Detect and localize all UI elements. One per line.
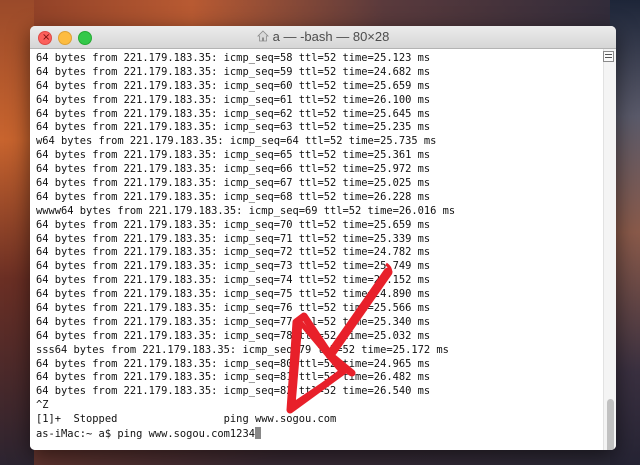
terminal-line: sss64 bytes from 221.179.183.35: icmp_se…	[36, 343, 449, 356]
split-pane-icon[interactable]	[603, 51, 614, 62]
terminal-line: 64 bytes from 221.179.183.35: icmp_seq=6…	[36, 121, 431, 134]
terminal-line: ^Z	[36, 399, 49, 412]
window-title: a — -bash — 80×28	[272, 29, 390, 44]
terminal-line: 64 bytes from 221.179.183.35: icmp_seq=7…	[36, 288, 431, 301]
terminal-line: 64 bytes from 221.179.183.35: icmp_seq=7…	[36, 218, 431, 231]
title-bar[interactable]: × a — -bash — 80×28	[30, 26, 616, 49]
terminal-output: 64 bytes from 221.179.183.35: icmp_seq=5…	[36, 52, 455, 441]
terminal-line: 64 bytes from 221.179.183.35: icmp_seq=6…	[36, 163, 431, 176]
terminal-line: w64 bytes from 221.179.183.35: icmp_seq=…	[36, 135, 437, 148]
scrollbar-thumb[interactable]	[607, 399, 614, 450]
terminal-line: 64 bytes from 221.179.183.35: icmp_seq=7…	[36, 302, 431, 315]
terminal-content[interactable]: 64 bytes from 221.179.183.35: icmp_seq=5…	[30, 49, 604, 450]
terminal-line: 64 bytes from 221.179.183.35: icmp_seq=8…	[36, 357, 431, 370]
text-cursor	[254, 427, 261, 440]
terminal-line: 64 bytes from 221.179.183.35: icmp_seq=7…	[36, 274, 431, 287]
terminal-line: 64 bytes from 221.179.183.35: icmp_seq=6…	[36, 149, 431, 162]
terminal-line: 64 bytes from 221.179.183.35: icmp_seq=7…	[36, 315, 431, 328]
terminal-line: 64 bytes from 221.179.183.35: icmp_seq=5…	[36, 52, 431, 64]
home-folder-icon	[256, 30, 269, 42]
command-prompt-line[interactable]: as-iMac:~ a$ ping www.sogou.com1234	[36, 427, 455, 441]
terminal-line: 64 bytes from 221.179.183.35: icmp_seq=6…	[36, 79, 431, 92]
terminal-line: wwww64 bytes from 221.179.183.35: icmp_s…	[36, 204, 456, 217]
terminal-line: 64 bytes from 221.179.183.35: icmp_seq=6…	[36, 177, 431, 190]
terminal-line: 64 bytes from 221.179.183.35: icmp_seq=7…	[36, 246, 431, 259]
terminal-line: 64 bytes from 221.179.183.35: icmp_seq=6…	[36, 107, 431, 120]
terminal-line: 64 bytes from 221.179.183.35: icmp_seq=6…	[36, 93, 431, 106]
terminal-line: 64 bytes from 221.179.183.35: icmp_seq=7…	[36, 260, 431, 273]
scrollbar-track[interactable]	[603, 49, 616, 450]
terminal-line: 64 bytes from 221.179.183.35: icmp_seq=6…	[36, 190, 431, 203]
terminal-line: 64 bytes from 221.179.183.35: icmp_seq=8…	[36, 371, 431, 384]
terminal-line: 64 bytes from 221.179.183.35: icmp_seq=7…	[36, 232, 431, 245]
window-title-wrap: a — -bash — 80×28	[30, 29, 616, 45]
terminal-line: 64 bytes from 221.179.183.35: icmp_seq=5…	[36, 65, 431, 78]
command-input[interactable]: as-iMac:~ a$ ping www.sogou.com1234	[36, 428, 255, 440]
terminal-line: [1]+ Stopped ping www.sogou.com	[36, 413, 337, 426]
terminal-window: × a — -bash — 80×28 64 bytes from 221.17…	[30, 26, 616, 450]
desktop-background-top	[0, 0, 640, 26]
terminal-line: 64 bytes from 221.179.183.35: icmp_seq=8…	[36, 385, 431, 398]
desktop-background-left	[0, 0, 34, 465]
terminal-line: 64 bytes from 221.179.183.35: icmp_seq=7…	[36, 329, 431, 342]
